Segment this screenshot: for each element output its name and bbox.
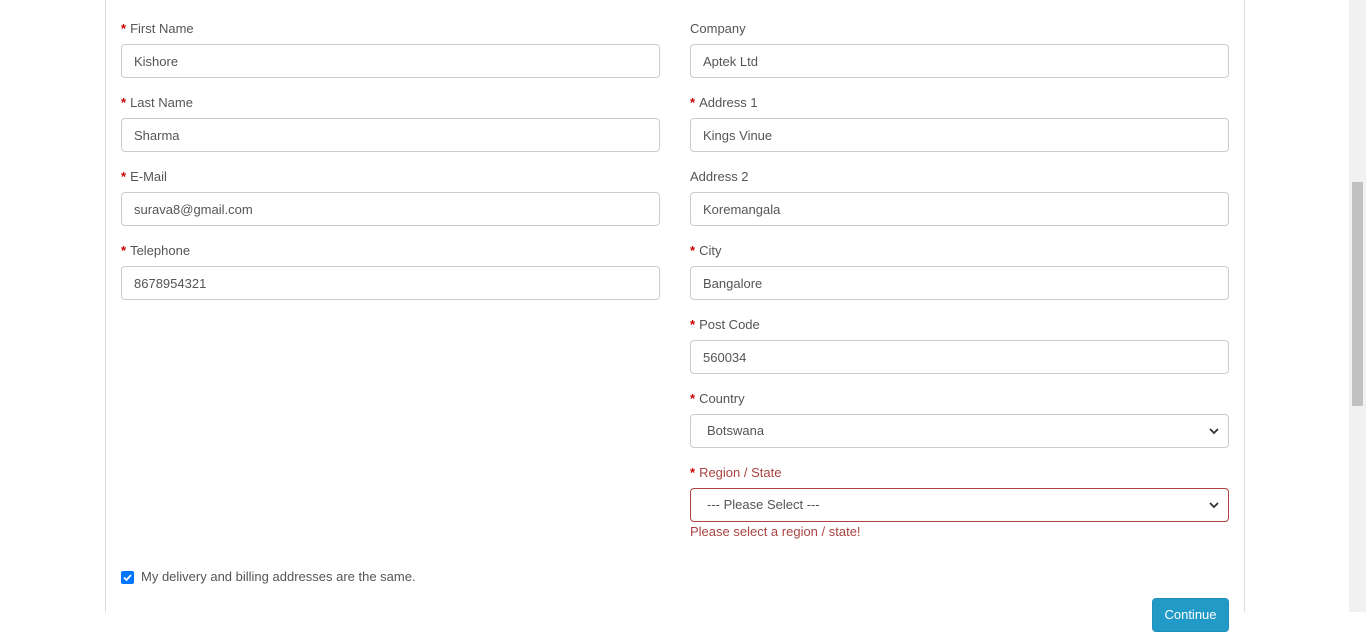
chevron-down-icon (1209, 428, 1219, 435)
scrollbar-thumb[interactable] (1352, 182, 1363, 406)
required-marker: * (121, 169, 127, 184)
first-name-label: * First Name (121, 21, 194, 36)
company-label: Company (690, 21, 746, 36)
same-address-label[interactable]: My delivery and billing addresses are th… (141, 569, 416, 584)
required-marker: * (121, 243, 127, 258)
region-label: * Region / State (690, 465, 782, 480)
required-marker: * (690, 465, 696, 480)
email-input[interactable] (121, 192, 660, 226)
region-selected-value: --- Please Select --- (707, 497, 820, 512)
required-marker: * (690, 317, 696, 332)
region-select[interactable]: --- Please Select --- (690, 488, 1229, 522)
country-label: * Country (690, 391, 745, 406)
address1-label: * Address 1 (690, 95, 758, 110)
continue-button[interactable]: Continue (1152, 598, 1229, 632)
email-label: * E-Mail (121, 169, 167, 184)
country-selected-value: Botswana (707, 423, 765, 438)
required-marker: * (690, 95, 696, 110)
last-name-label: * Last Name (121, 95, 193, 110)
address2-input[interactable] (690, 192, 1229, 226)
required-marker: * (690, 243, 696, 258)
postcode-label: * Post Code (690, 317, 760, 332)
last-name-input[interactable] (121, 118, 660, 152)
address2-label: Address 2 (690, 169, 749, 184)
first-name-input[interactable] (121, 44, 660, 78)
postcode-input[interactable] (690, 340, 1229, 374)
country-select[interactable]: Botswana (690, 414, 1229, 448)
chevron-down-icon (1209, 502, 1219, 509)
required-marker: * (690, 391, 696, 406)
address1-input[interactable] (690, 118, 1229, 152)
city-input[interactable] (690, 266, 1229, 300)
checkmark-icon (123, 574, 132, 582)
telephone-input[interactable] (121, 266, 660, 300)
page-scrollbar[interactable] (1349, 0, 1366, 612)
region-error-message: Please select a region / state! (690, 524, 861, 539)
company-input[interactable] (690, 44, 1229, 78)
required-marker: * (121, 21, 127, 36)
city-label: * City (690, 243, 722, 258)
same-address-checkbox[interactable] (121, 571, 134, 584)
required-marker: * (121, 95, 127, 110)
telephone-label: * Telephone (121, 243, 191, 258)
